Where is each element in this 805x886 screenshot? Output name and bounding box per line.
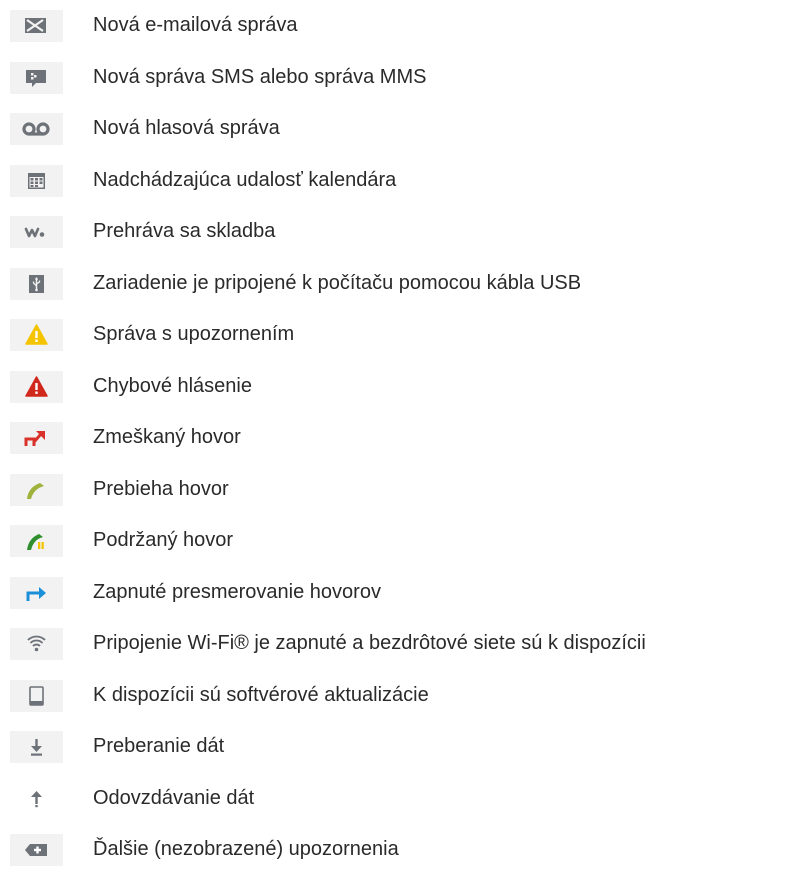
list-item: Podržaný hovor <box>0 525 805 577</box>
list-item: K dispozícii sú softvérové aktualizácie <box>0 679 805 732</box>
list-item: Nová hlasová správa <box>0 113 805 165</box>
list-item-label: Zmeškaný hovor <box>93 426 241 448</box>
wifi-icon <box>10 628 63 660</box>
list-item-label: Ďalšie (nezobrazené) upozornenia <box>93 838 399 860</box>
list-item-label: Podržaný hovor <box>93 529 234 551</box>
list-item-label: Nová e-mailová správa <box>93 14 298 36</box>
list-item: Prebieha hovor <box>0 473 805 526</box>
list-item-label: Chybové hlásenie <box>93 374 252 397</box>
walkman-icon <box>10 216 63 248</box>
list-item-label: Nová hlasová správa <box>93 117 280 139</box>
notification-icon-list: Nová e-mailová správa Nová správa SMS al… <box>0 10 805 886</box>
upload-icon <box>10 783 63 815</box>
list-item: Zapnuté presmerovanie hovorov <box>0 576 805 629</box>
warning-icon <box>10 319 63 351</box>
list-item-label: Prebieha hovor <box>93 477 229 500</box>
list-item-label: Odovzdávanie dát <box>93 786 255 809</box>
envelope-icon <box>10 10 63 42</box>
list-item: Odovzdávanie dát <box>0 783 805 835</box>
call-in-progress-icon <box>10 473 63 506</box>
list-item: Chybové hlásenie <box>0 370 805 423</box>
list-item-label: Zapnuté presmerovanie hovorov <box>93 580 381 603</box>
list-item: Nadchádzajúca udalosť kalendára <box>0 164 805 217</box>
list-item: Nová e-mailová správa <box>0 10 805 62</box>
list-item-label: Nová správa SMS alebo správa MMS <box>93 65 427 88</box>
more-notifications-icon <box>10 834 63 866</box>
list-item: Nová správa SMS alebo správa MMS <box>0 61 805 114</box>
calendar-icon <box>10 164 63 197</box>
call-forwarding-icon <box>10 576 63 609</box>
list-item: Prehráva sa skladba <box>0 216 805 268</box>
voicemail-icon <box>10 113 63 145</box>
list-item-label: Správa s upozornením <box>93 323 295 345</box>
list-item-label: Pripojenie Wi-Fi® je zapnuté a bezdrôtov… <box>93 632 646 654</box>
software-update-icon <box>10 679 63 712</box>
sms-mms-icon <box>10 61 63 94</box>
call-on-hold-icon <box>10 525 63 557</box>
missed-call-icon <box>10 422 63 454</box>
list-item: Pripojenie Wi-Fi® je zapnuté a bezdrôtov… <box>0 628 805 680</box>
list-item: Ďalšie (nezobrazené) upozornenia <box>0 834 805 886</box>
list-item-label: Prehráva sa skladba <box>93 220 276 242</box>
usb-icon <box>10 267 63 300</box>
list-item: Správa s upozornením <box>0 319 805 371</box>
list-item: Zariadenie je pripojené k počítaču pomoc… <box>0 267 805 320</box>
download-icon <box>10 731 63 763</box>
list-item-label: Preberanie dát <box>93 735 225 757</box>
list-item-label: Nadchádzajúca udalosť kalendára <box>93 168 397 191</box>
list-item: Preberanie dát <box>0 731 805 783</box>
list-item-label: K dispozícii sú softvérové aktualizácie <box>93 683 429 706</box>
list-item-label: Zariadenie je pripojené k počítaču pomoc… <box>93 271 582 294</box>
list-item: Zmeškaný hovor <box>0 422 805 474</box>
error-icon <box>10 370 63 403</box>
